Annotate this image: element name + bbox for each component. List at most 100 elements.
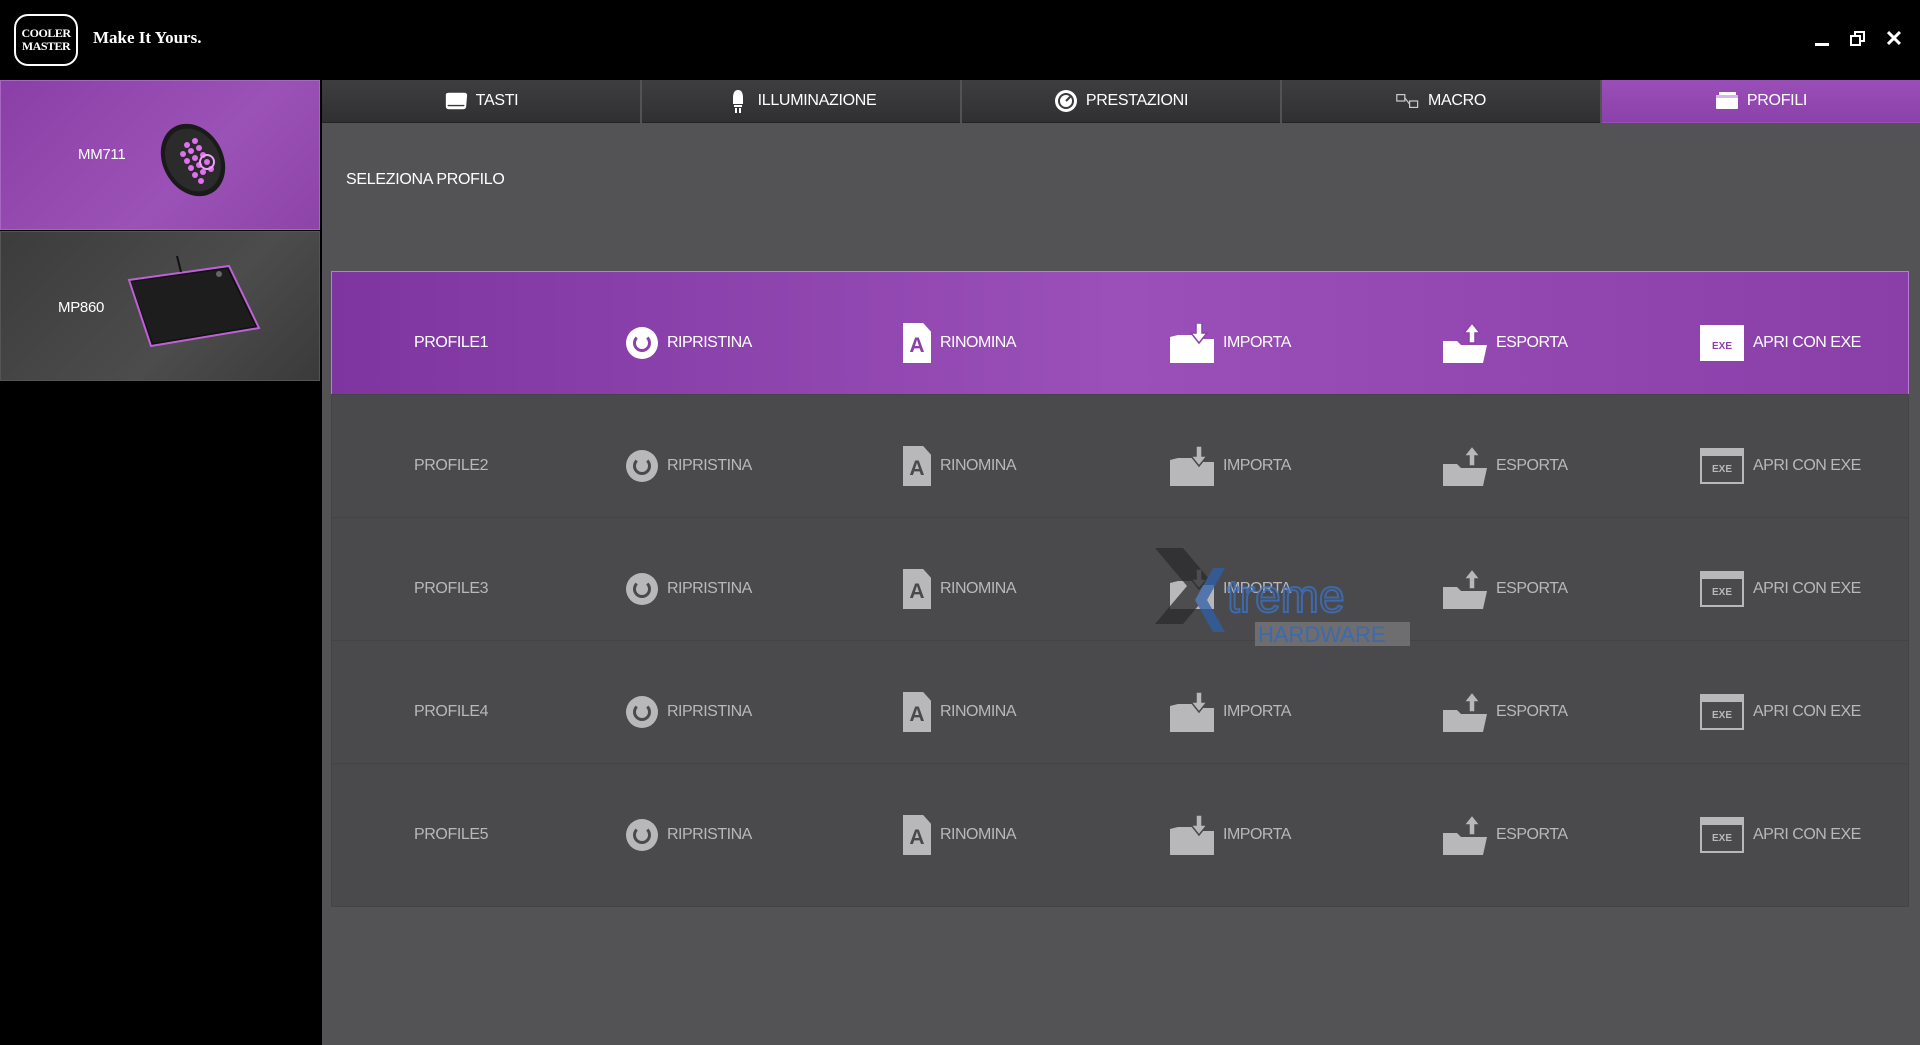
export-button[interactable]: ESPORTA bbox=[1443, 446, 1568, 486]
section-title: SELEZIONA PROFILO bbox=[346, 171, 505, 188]
reset-button[interactable]: RIPRISTINA bbox=[626, 569, 752, 609]
export-folder-icon bbox=[1443, 323, 1487, 363]
rename-label: RINOMINA bbox=[940, 826, 1017, 843]
export-button[interactable]: ESPORTA bbox=[1443, 815, 1568, 855]
profile-card-icon bbox=[1715, 90, 1739, 112]
reset-button[interactable]: RIPRISTINA bbox=[626, 815, 752, 855]
profile-row-5[interactable]: PROFILE5 RIPRISTINA A RINOMINA IMPORTA E… bbox=[331, 763, 1909, 907]
open-with-exe-button[interactable]: EXE APRI CON EXE bbox=[1700, 692, 1861, 732]
import-button[interactable]: IMPORTA bbox=[1170, 569, 1291, 609]
profile-name: PROFILE1 bbox=[414, 334, 489, 351]
open-with-exe-button[interactable]: EXE APRI CON EXE bbox=[1700, 815, 1861, 855]
maximize-button[interactable] bbox=[1843, 24, 1873, 54]
open-with-exe-label: APRI CON EXE bbox=[1753, 703, 1861, 720]
device-item-mp860[interactable]: MP860 bbox=[0, 231, 320, 381]
export-button[interactable]: ESPORTA bbox=[1443, 323, 1568, 363]
device-item-mm711[interactable]: MM711 bbox=[0, 80, 320, 230]
device-name: MP860 bbox=[58, 299, 105, 316]
speedometer-icon bbox=[1054, 90, 1078, 112]
rename-label: RINOMINA bbox=[940, 334, 1017, 351]
tab-tasti[interactable]: TASTI bbox=[322, 80, 640, 123]
rename-document-icon: A bbox=[903, 446, 931, 486]
minimize-icon bbox=[1815, 42, 1829, 46]
export-button[interactable]: ESPORTA bbox=[1443, 569, 1568, 609]
rename-button[interactable]: A RINOMINA bbox=[903, 692, 1017, 732]
restore-icon bbox=[1850, 31, 1866, 47]
import-label: IMPORTA bbox=[1223, 580, 1291, 597]
rename-button[interactable]: A RINOMINA bbox=[903, 323, 1017, 363]
rename-document-icon: A bbox=[903, 569, 931, 609]
import-label: IMPORTA bbox=[1223, 334, 1291, 351]
close-icon: ✕ bbox=[1884, 26, 1904, 51]
import-button[interactable]: IMPORTA bbox=[1170, 446, 1291, 486]
import-folder-icon bbox=[1170, 692, 1214, 732]
open-with-exe-button[interactable]: EXE APRI CON EXE bbox=[1700, 569, 1861, 609]
import-label: IMPORTA bbox=[1223, 457, 1291, 474]
cooler-master-logo: COOLER MASTER bbox=[14, 14, 78, 66]
exe-window-icon: EXE bbox=[1700, 325, 1744, 361]
profile-name: PROFILE5 bbox=[414, 826, 489, 843]
import-folder-icon bbox=[1170, 323, 1214, 363]
exe-icon-text: EXE bbox=[1702, 825, 1742, 851]
tab-macro[interactable]: MACRO bbox=[1282, 80, 1600, 123]
exe-icon-text: EXE bbox=[1702, 702, 1742, 728]
main-panel: TASTI ILLUMINAZIONE PRESTAZIONI MACRO PR… bbox=[322, 80, 1920, 1045]
reset-icon bbox=[626, 450, 658, 482]
reset-label: RIPRISTINA bbox=[667, 703, 752, 720]
tab-label: MACRO bbox=[1427, 92, 1487, 109]
reset-label: RIPRISTINA bbox=[667, 826, 752, 843]
exe-icon-text: EXE bbox=[1702, 456, 1742, 482]
exe-icon-text: EXE bbox=[1702, 333, 1742, 359]
macro-icon bbox=[1396, 90, 1420, 112]
import-button[interactable]: IMPORTA bbox=[1170, 815, 1291, 855]
exe-window-icon: EXE bbox=[1700, 694, 1744, 730]
tab-bar: TASTI ILLUMINAZIONE PRESTAZIONI MACRO PR… bbox=[322, 80, 1920, 123]
rename-label: RINOMINA bbox=[940, 703, 1017, 720]
tab-prestazioni[interactable]: PRESTAZIONI bbox=[962, 80, 1280, 123]
import-button[interactable]: IMPORTA bbox=[1170, 323, 1291, 363]
open-with-exe-label: APRI CON EXE bbox=[1753, 826, 1861, 843]
export-label: ESPORTA bbox=[1496, 703, 1568, 720]
exe-window-icon: EXE bbox=[1700, 448, 1744, 484]
rename-document-icon: A bbox=[903, 815, 931, 855]
export-folder-icon bbox=[1443, 815, 1487, 855]
rename-document-icon: A bbox=[903, 323, 931, 363]
rename-button[interactable]: A RINOMINA bbox=[903, 815, 1017, 855]
open-with-exe-label: APRI CON EXE bbox=[1753, 334, 1861, 351]
import-label: IMPORTA bbox=[1223, 703, 1291, 720]
export-folder-icon bbox=[1443, 446, 1487, 486]
import-folder-icon bbox=[1170, 569, 1214, 609]
export-label: ESPORTA bbox=[1496, 580, 1568, 597]
reset-button[interactable]: RIPRISTINA bbox=[626, 692, 752, 732]
export-folder-icon bbox=[1443, 692, 1487, 732]
device-name: MM711 bbox=[78, 146, 126, 163]
tab-label: PROFILI bbox=[1746, 92, 1808, 109]
profile-name: PROFILE2 bbox=[414, 457, 489, 474]
reset-icon bbox=[626, 819, 658, 851]
export-button[interactable]: ESPORTA bbox=[1443, 692, 1568, 732]
reset-button[interactable]: RIPRISTINA bbox=[626, 323, 752, 363]
close-button[interactable]: ✕ bbox=[1879, 24, 1909, 54]
open-with-exe-label: APRI CON EXE bbox=[1753, 580, 1861, 597]
open-with-exe-button[interactable]: EXE APRI CON EXE bbox=[1700, 446, 1861, 486]
import-button[interactable]: IMPORTA bbox=[1170, 692, 1291, 732]
export-label: ESPORTA bbox=[1496, 457, 1568, 474]
minimize-button[interactable] bbox=[1807, 24, 1837, 54]
export-label: ESPORTA bbox=[1496, 826, 1568, 843]
exe-window-icon: EXE bbox=[1700, 571, 1744, 607]
tab-profili[interactable]: PROFILI bbox=[1602, 80, 1920, 123]
title-bar: COOLER MASTER Make It Yours. ✕ bbox=[0, 0, 1920, 80]
tab-illuminazione[interactable]: ILLUMINAZIONE bbox=[642, 80, 960, 123]
import-folder-icon bbox=[1170, 815, 1214, 855]
tab-label: ILLUMINAZIONE bbox=[757, 92, 877, 109]
exe-icon-text: EXE bbox=[1702, 579, 1742, 605]
rename-button[interactable]: A RINOMINA bbox=[903, 446, 1017, 486]
import-folder-icon bbox=[1170, 446, 1214, 486]
rename-label: RINOMINA bbox=[940, 580, 1017, 597]
open-with-exe-button[interactable]: EXE APRI CON EXE bbox=[1700, 323, 1861, 363]
reset-button[interactable]: RIPRISTINA bbox=[626, 446, 752, 486]
import-label: IMPORTA bbox=[1223, 826, 1291, 843]
reset-icon bbox=[626, 696, 658, 728]
profile-name: PROFILE3 bbox=[414, 580, 489, 597]
rename-button[interactable]: A RINOMINA bbox=[903, 569, 1017, 609]
